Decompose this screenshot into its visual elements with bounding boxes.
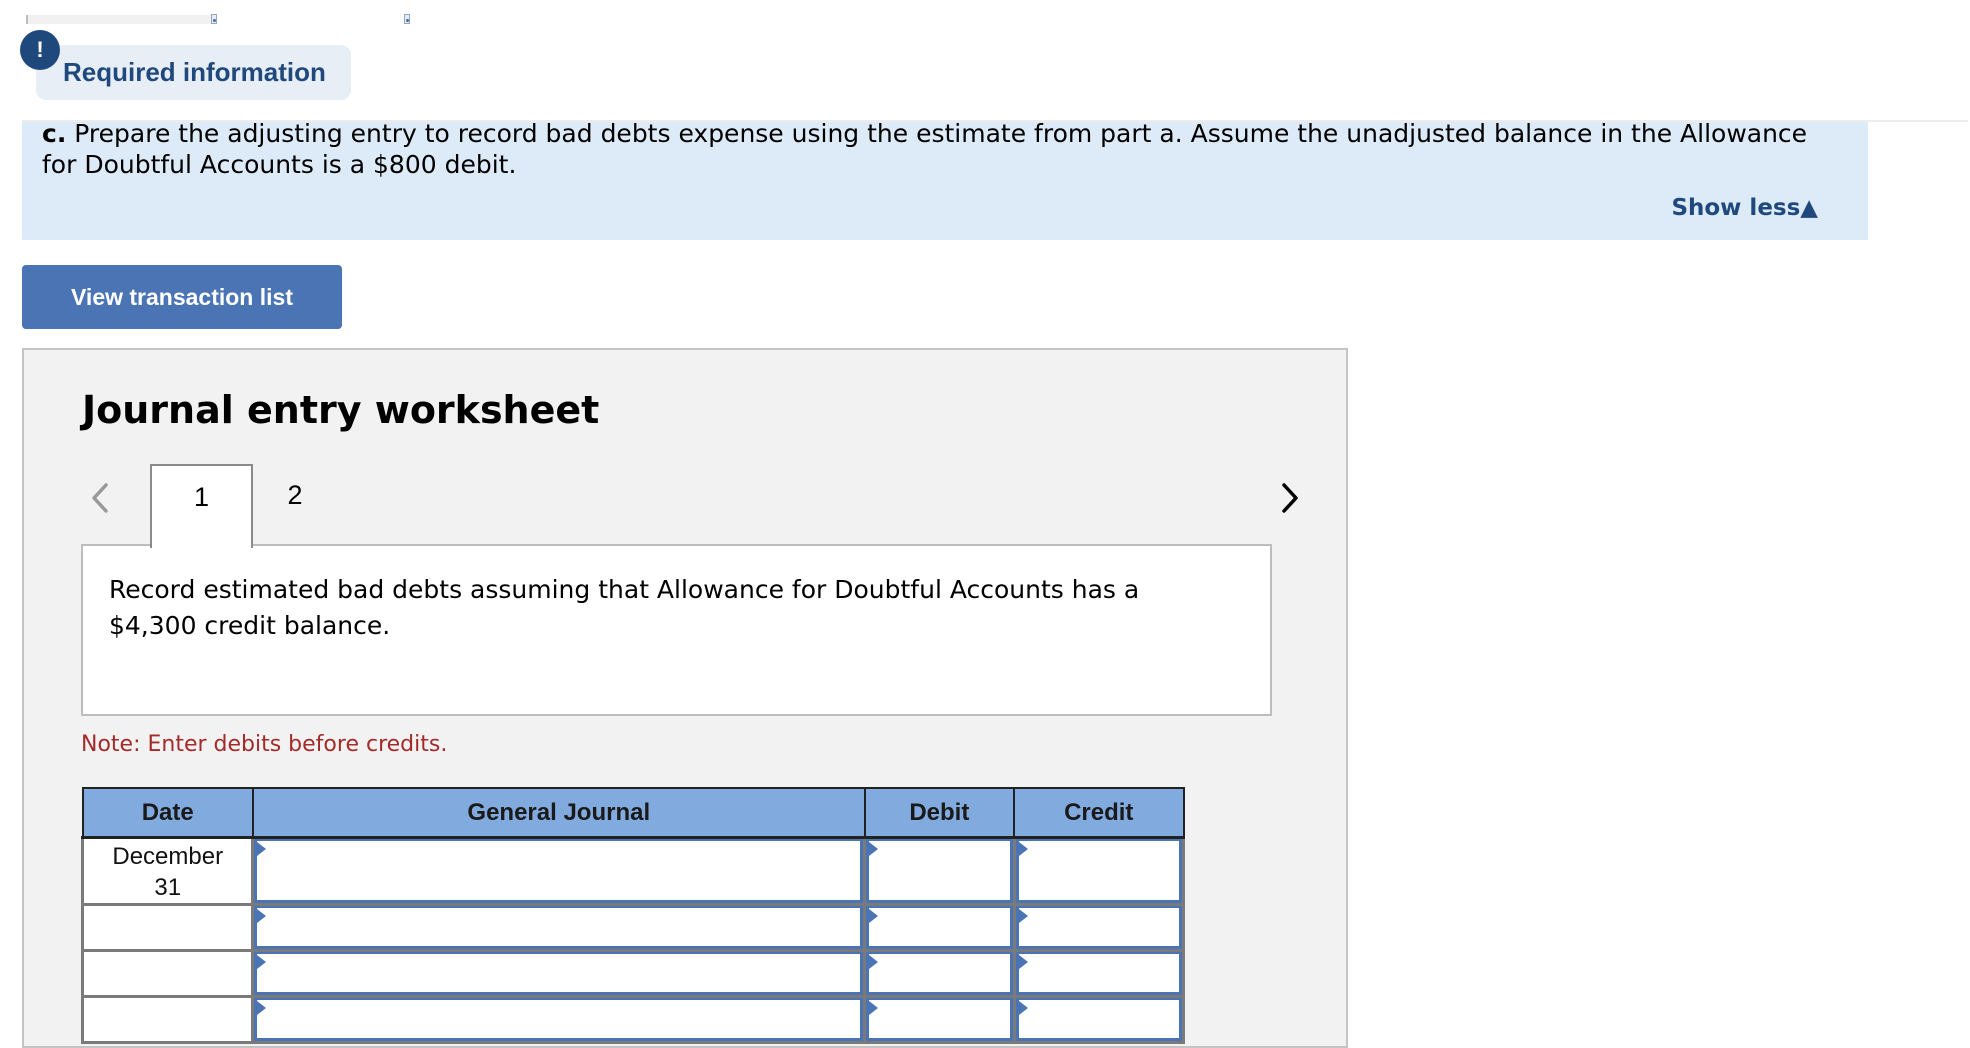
input-flag-icon bbox=[257, 1001, 267, 1015]
debit-input[interactable] bbox=[866, 952, 1013, 995]
input-flag-icon bbox=[257, 909, 267, 923]
column-header-general-journal: General Journal bbox=[251, 787, 866, 839]
column-header-credit: Credit bbox=[1013, 787, 1185, 839]
column-header-date: Date bbox=[81, 787, 254, 839]
instruction-box: Record estimated bad debts assuming that… bbox=[81, 544, 1272, 716]
journal-entry-worksheet: Journal entry worksheet 1 2 Record estim… bbox=[22, 348, 1348, 1048]
credit-input[interactable] bbox=[1015, 952, 1182, 995]
resize-handle-icon[interactable] bbox=[211, 14, 217, 24]
instruction-text: Record estimated bad debts assuming that… bbox=[109, 575, 1140, 640]
required-information-banner: Required information bbox=[36, 45, 351, 100]
table-header-row: Date General Journal Debit Credit bbox=[81, 787, 1185, 839]
tab-2[interactable]: 2 bbox=[260, 464, 330, 546]
input-flag-icon bbox=[869, 842, 879, 856]
date-cell: December 31 bbox=[80, 836, 255, 906]
account-input[interactable] bbox=[254, 952, 864, 995]
show-less-label: Show less bbox=[1671, 195, 1801, 221]
input-flag-icon bbox=[1018, 1001, 1028, 1015]
date-day: 31 bbox=[154, 874, 182, 901]
view-transaction-list-button[interactable]: View transaction list bbox=[22, 265, 342, 329]
entry-note: Note: Enter debits before credits. bbox=[81, 732, 448, 757]
table-row bbox=[80, 903, 1186, 952]
journal-table: Date General Journal Debit Credit Decemb… bbox=[80, 787, 1186, 1044]
question-text: c. Prepare the adjusting entry to record… bbox=[42, 118, 1842, 180]
top-scroll-strip bbox=[26, 15, 214, 24]
debit-input[interactable] bbox=[866, 839, 1013, 903]
question-panel: c. Prepare the adjusting entry to record… bbox=[22, 119, 1868, 240]
input-flag-icon bbox=[257, 842, 267, 856]
resize-handle-icon[interactable] bbox=[404, 14, 410, 24]
question-body: Prepare the adjusting entry to record ba… bbox=[42, 119, 1808, 179]
input-flag-icon bbox=[869, 1001, 879, 1015]
chevron-left-icon[interactable] bbox=[86, 478, 116, 518]
input-flag-icon bbox=[1018, 955, 1028, 969]
chevron-right-icon[interactable] bbox=[1274, 478, 1304, 518]
worksheet-title: Journal entry worksheet bbox=[82, 388, 600, 432]
show-less-toggle[interactable]: Show less▲ bbox=[1671, 195, 1818, 221]
table-row: December 31 bbox=[80, 836, 1186, 906]
date-cell bbox=[80, 949, 255, 998]
question-part-label: c. bbox=[42, 119, 67, 148]
date-month: December bbox=[112, 843, 224, 870]
credit-input[interactable] bbox=[1015, 839, 1182, 903]
alert-icon: ! bbox=[20, 30, 60, 70]
triangle-up-icon: ▲ bbox=[1800, 195, 1818, 221]
debit-input[interactable] bbox=[866, 906, 1013, 949]
account-input[interactable] bbox=[254, 906, 864, 949]
required-information-label: Required information bbox=[63, 57, 326, 87]
input-flag-icon bbox=[1018, 842, 1028, 856]
input-flag-icon bbox=[1018, 909, 1028, 923]
column-header-debit: Debit bbox=[863, 787, 1016, 839]
credit-input[interactable] bbox=[1015, 906, 1182, 949]
date-cell bbox=[80, 903, 255, 952]
account-input[interactable] bbox=[254, 839, 864, 903]
table-row bbox=[80, 949, 1186, 998]
input-flag-icon bbox=[869, 955, 879, 969]
input-flag-icon bbox=[257, 955, 267, 969]
tab-1[interactable]: 1 bbox=[150, 464, 253, 548]
input-flag-icon bbox=[869, 909, 879, 923]
